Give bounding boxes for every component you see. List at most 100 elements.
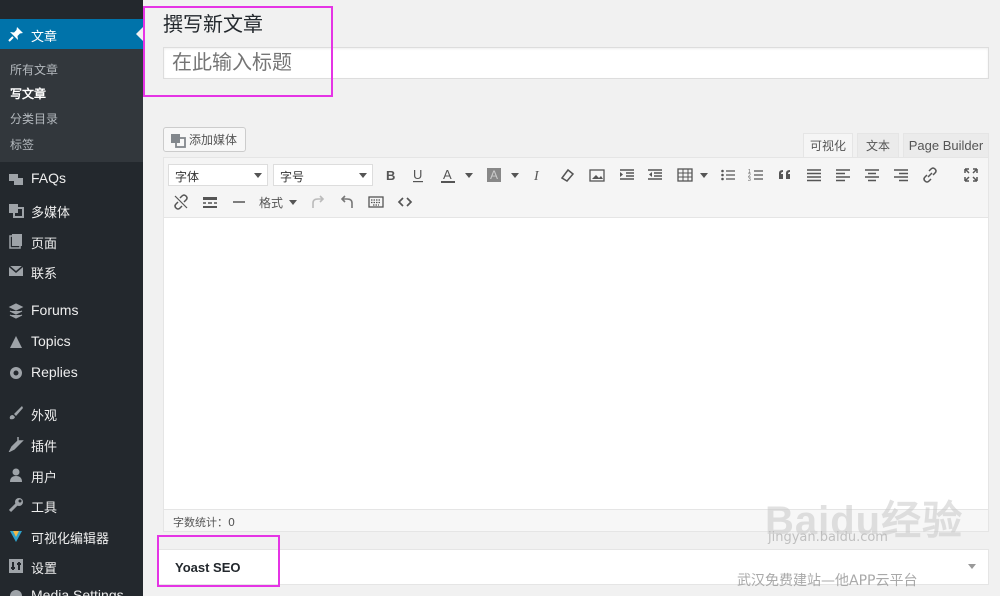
align-right-button[interactable]: [890, 164, 912, 186]
clear-format-button[interactable]: [556, 164, 578, 186]
sidebar-item-appearance[interactable]: 外观: [0, 400, 143, 428]
submenu-all-posts[interactable]: 所有文章: [10, 61, 58, 78]
sidebar-item-label: 外观: [31, 409, 58, 424]
tab-text[interactable]: 文本: [857, 133, 899, 157]
table-button[interactable]: [674, 164, 696, 186]
tab-page-builder[interactable]: Page Builder: [903, 133, 989, 157]
sidebar-item-media[interactable]: 多媒体: [0, 197, 143, 225]
bullet-list-button[interactable]: [717, 164, 739, 186]
sidebar-item-faqs[interactable]: FAQs: [0, 166, 143, 194]
sidebar-item-plugins[interactable]: 插件: [0, 431, 143, 459]
admin-sidebar: 文章 所有文章 写文章 分类目录 标签 FAQs 多媒体 页面 联系 Forum…: [0, 0, 143, 596]
font-family-select-value: 字体: [175, 170, 200, 184]
unlink-button[interactable]: [170, 191, 192, 213]
forums-icon: [8, 303, 24, 319]
table-caret[interactable]: [700, 173, 708, 178]
toolbar-toggle-button[interactable]: [365, 191, 387, 213]
sidebar-item-label: FAQs: [31, 170, 67, 186]
sidebar-item-pages[interactable]: 页面: [0, 228, 143, 256]
sidebar-item-users[interactable]: 用户: [0, 462, 143, 490]
insert-image-button[interactable]: [586, 164, 608, 186]
code-icon: [397, 197, 413, 207]
align-left-button[interactable]: [832, 164, 854, 186]
mail-icon: [8, 263, 24, 279]
read-more-button[interactable]: [199, 191, 221, 213]
sidebar-item-label: 工具: [31, 501, 58, 516]
sidebar-item-topics[interactable]: Topics: [0, 329, 143, 357]
format-caret[interactable]: [289, 200, 297, 205]
eraser-icon: [560, 168, 575, 182]
sidebar-item-label: 联系: [31, 267, 58, 282]
redo-button[interactable]: [307, 191, 329, 213]
page-icon: [8, 233, 24, 249]
undo-button[interactable]: [336, 191, 358, 213]
bg-color-caret[interactable]: [511, 173, 519, 178]
sidebar-item-label: 页面: [31, 237, 58, 252]
svg-text:I: I: [533, 169, 540, 183]
sidebar-item-visual-editor[interactable]: 可视化编辑器: [0, 523, 143, 551]
add-media-icon: [170, 132, 186, 148]
bold-button[interactable]: B: [380, 164, 402, 186]
submenu-categories[interactable]: 分类目录: [10, 110, 58, 127]
sidebar-item-forums[interactable]: Forums: [0, 298, 143, 326]
text-color-caret[interactable]: [465, 173, 473, 178]
svg-text:A: A: [490, 168, 498, 182]
tab-visual[interactable]: 可视化: [803, 133, 853, 157]
plugin-icon: [8, 436, 24, 452]
quote-icon: [779, 170, 790, 179]
font-size-select[interactable]: 字号: [273, 164, 373, 186]
replies-icon: [8, 365, 24, 381]
fullscreen-button[interactable]: [960, 164, 982, 186]
sidebar-item-replies[interactable]: Replies: [0, 360, 143, 388]
submenu-tags[interactable]: 标签: [10, 136, 34, 153]
align-left-icon: [836, 169, 850, 182]
format-select[interactable]: 格式: [259, 194, 283, 211]
align-center-icon: [865, 169, 879, 182]
bg-color-button[interactable]: A: [483, 164, 505, 186]
svg-text:3: 3: [748, 177, 751, 183]
brush-icon: [8, 405, 24, 421]
sidebar-item-posts[interactable]: 文章: [0, 19, 143, 49]
add-media-label: 添加媒体: [189, 133, 238, 147]
page-title: 撰写新文章: [163, 12, 263, 36]
align-justify-icon: [807, 169, 821, 182]
numbered-list-button[interactable]: 123: [745, 164, 767, 186]
justify-button[interactable]: [803, 164, 825, 186]
italic-button[interactable]: I: [527, 164, 549, 186]
sidebar-item-media-settings[interactable]: Media Settings: [0, 583, 143, 596]
undo-icon: [340, 195, 353, 208]
sidebar-item-label: 可视化编辑器: [31, 532, 110, 547]
svg-text:U: U: [413, 167, 422, 182]
bold-icon: B: [386, 168, 395, 183]
sidebar-item-label: Forums: [31, 302, 79, 318]
editor-icon: [8, 528, 24, 544]
sidebar-item-tools[interactable]: 工具: [0, 492, 143, 520]
posts-submenu: 所有文章 写文章 分类目录 标签: [0, 49, 143, 162]
editor-content-area[interactable]: [164, 219, 988, 509]
horizontal-rule-button[interactable]: [228, 191, 250, 213]
blockquote-button[interactable]: [774, 164, 796, 186]
text-color-button[interactable]: A: [437, 164, 459, 186]
sidebar-item-label: 多媒体: [31, 206, 71, 221]
underline-button[interactable]: U: [407, 164, 429, 186]
indent-button[interactable]: [616, 164, 638, 186]
sidebar-item-settings[interactable]: 设置: [0, 553, 143, 581]
indent-icon: [620, 169, 634, 180]
align-center-button[interactable]: [861, 164, 883, 186]
font-family-select[interactable]: 字体: [168, 164, 268, 186]
seo-box-toggle[interactable]: [968, 564, 976, 569]
source-code-button[interactable]: [394, 191, 416, 213]
fullscreen-icon: [964, 168, 978, 182]
outdent-button[interactable]: [644, 164, 666, 186]
sidebar-item-contact[interactable]: 联系: [0, 258, 143, 286]
pin-icon: [8, 26, 24, 42]
add-media-button[interactable]: 添加媒体: [163, 127, 246, 152]
format-select-value: 格式: [259, 196, 284, 210]
settings-icon: [8, 558, 24, 574]
outdent-icon: [648, 169, 662, 180]
post-title-input[interactable]: [163, 47, 989, 79]
watermark-caption: 武汉免费建站—他APP云平台: [737, 573, 918, 589]
media-icon: [8, 202, 24, 218]
submenu-new-post[interactable]: 写文章: [10, 85, 46, 102]
insert-link-button[interactable]: [919, 164, 941, 186]
